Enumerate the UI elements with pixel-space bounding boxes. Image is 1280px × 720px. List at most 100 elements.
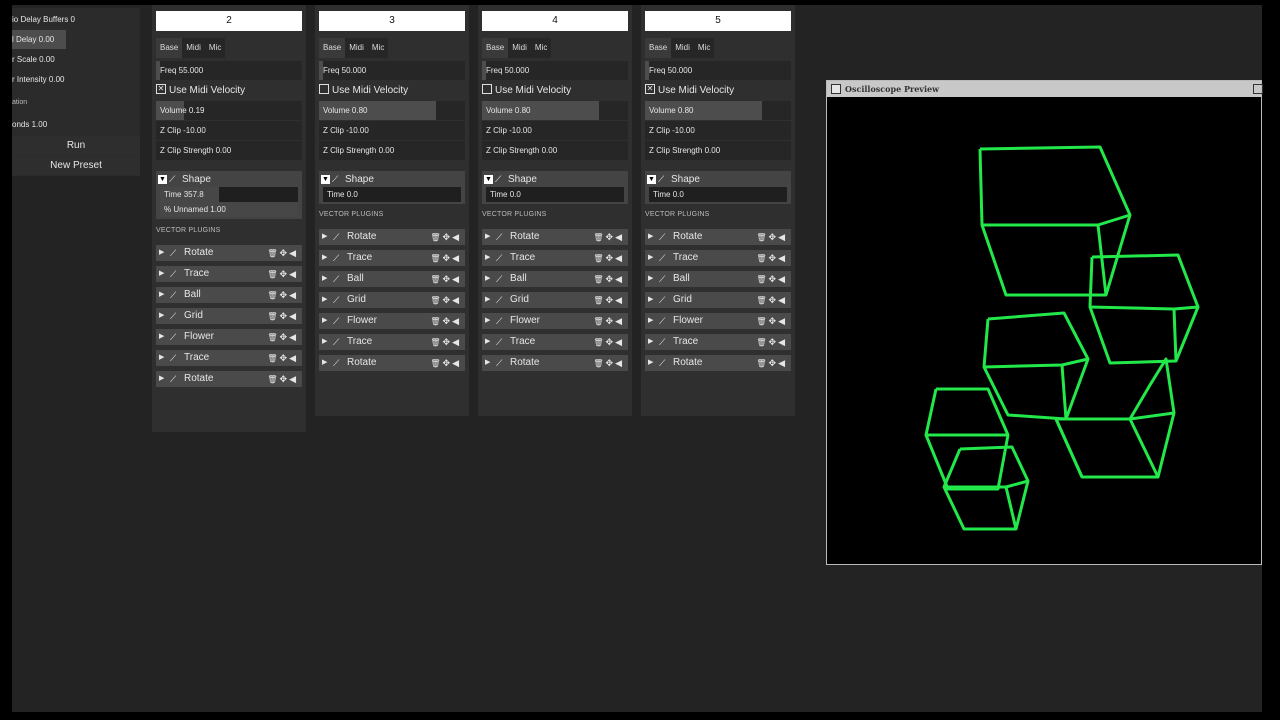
plugin-row-rotate[interactable]: ▶ ⟋ Rotate 🗑✥◀ [645,355,791,371]
tab-base[interactable]: Base [482,38,509,58]
use-midi-velocity-checkbox[interactable]: Use Midi Velocity [482,82,628,100]
plugin-row-grid[interactable]: ▶ ⟋ Grid 🗑✥◀ [156,308,302,324]
trash-icon[interactable]: 🗑 [430,338,442,347]
chevron-right-icon[interactable]: ▶ [485,334,490,350]
chevron-right-icon[interactable]: ▶ [322,292,327,308]
oscilloscope-title-bar[interactable]: Oscilloscope Preview [827,81,1263,97]
trash-icon[interactable]: 🗑 [593,275,605,284]
move-icon[interactable]: ✥ [443,316,453,326]
volume-slider[interactable]: Volume 0.80 [319,101,465,120]
move-icon[interactable]: ✥ [443,232,453,242]
chevron-left-icon[interactable]: ◀ [778,358,787,368]
plugin-row-rotate[interactable]: ▶ ⟋ Rotate 🗑✥◀ [319,355,465,371]
volume-slider[interactable]: Volume 0.19 [156,101,302,120]
delay-slider[interactable]: l Delay 0.00 [12,30,140,49]
trash-icon[interactable]: 🗑 [593,296,605,305]
z-clip-strength-slider[interactable]: Z Clip Strength 0.00 [645,141,791,160]
move-icon[interactable]: ✥ [280,332,290,342]
shape-time-slider[interactable]: Time 0.0 [323,187,461,202]
chevron-left-icon[interactable]: ◀ [452,316,461,326]
plugin-row-trace[interactable]: ▶ ⟋ Trace 🗑✥◀ [156,350,302,366]
plugin-row-trace[interactable]: ▶ ⟋ Trace 🗑✥◀ [319,250,465,266]
chevron-down-icon[interactable]: ▼ [484,174,493,184]
z-clip-strength-slider[interactable]: Z Clip Strength 0.00 [319,141,465,160]
trash-icon[interactable]: 🗑 [430,233,442,242]
plugin-row-flower[interactable]: ▶ ⟋ Flower 🗑✥◀ [319,313,465,329]
chevron-right-icon[interactable]: ▶ [322,313,327,329]
chevron-left-icon[interactable]: ◀ [289,269,298,279]
voice-number-field[interactable]: 5 [645,11,791,31]
use-midi-velocity-checkbox[interactable]: Use Midi Velocity [319,82,465,100]
tab-mic[interactable]: Mic [530,38,552,58]
z-clip-slider[interactable]: Z Clip -10.00 [319,121,465,140]
move-icon[interactable]: ✥ [769,274,779,284]
z-clip-strength-slider[interactable]: Z Clip Strength 0.00 [482,141,628,160]
freq-slider[interactable]: Freq 55.000 [156,61,302,80]
shape-plugin-header[interactable]: ▼ ⟋ Shape [319,171,465,187]
run-button[interactable]: Run [12,136,140,155]
chevron-left-icon[interactable]: ◀ [615,274,624,284]
chevron-right-icon[interactable]: ▶ [648,334,653,350]
plugin-row-trace[interactable]: ▶ ⟋ Trace 🗑✥◀ [482,250,628,266]
move-icon[interactable]: ✥ [443,253,453,263]
trash-icon[interactable]: 🗑 [430,254,442,263]
shape-plugin-header[interactable]: ▼ ⟋ Shape [156,171,302,187]
chevron-left-icon[interactable]: ◀ [615,337,624,347]
shape-plugin-header[interactable]: ▼ ⟋ Shape [482,171,628,187]
chevron-left-icon[interactable]: ◀ [615,295,624,305]
maximize-icon[interactable] [1253,84,1263,94]
chevron-right-icon[interactable]: ▶ [159,308,164,324]
chevron-left-icon[interactable]: ◀ [615,316,624,326]
chevron-left-icon[interactable]: ◀ [452,358,461,368]
plugin-row-rotate[interactable]: ▶ ⟋ Rotate 🗑✥◀ [156,245,302,261]
volume-slider[interactable]: Volume 0.80 [482,101,628,120]
plugin-row-rotate[interactable]: ▶ ⟋ Rotate 🗑✥◀ [645,229,791,245]
plugin-row-trace[interactable]: ▶ ⟋ Trace 🗑✥◀ [482,334,628,350]
plugin-row-ball[interactable]: ▶ ⟋ Ball 🗑✥◀ [319,271,465,287]
move-icon[interactable]: ✥ [769,232,779,242]
shape-time-slider[interactable]: Time 0.0 [486,187,624,202]
chevron-left-icon[interactable]: ◀ [452,232,461,242]
move-icon[interactable]: ✥ [280,374,290,384]
z-clip-slider[interactable]: Z Clip -10.00 [645,121,791,140]
shape-time-slider[interactable]: Time 0.0 [649,187,787,202]
use-midi-velocity-checkbox[interactable]: ✕ Use Midi Velocity [645,82,791,100]
move-icon[interactable]: ✥ [606,337,616,347]
chevron-right-icon[interactable]: ▶ [159,329,164,345]
move-icon[interactable]: ✥ [443,337,453,347]
chevron-left-icon[interactable]: ◀ [615,358,624,368]
trash-icon[interactable]: 🗑 [430,359,442,368]
freq-slider[interactable]: Freq 50.000 [319,61,465,80]
move-icon[interactable]: ✥ [443,274,453,284]
tab-mic[interactable]: Mic [367,38,389,58]
trash-icon[interactable]: 🗑 [593,317,605,326]
freq-slider[interactable]: Freq 50.000 [482,61,628,80]
move-icon[interactable]: ✥ [769,295,779,305]
chevron-left-icon[interactable]: ◀ [778,232,787,242]
chevron-left-icon[interactable]: ◀ [452,274,461,284]
move-icon[interactable]: ✥ [280,248,290,258]
trash-icon[interactable]: 🗑 [756,296,768,305]
chevron-right-icon[interactable]: ▶ [485,229,490,245]
chevron-right-icon[interactable]: ▶ [159,350,164,366]
plugin-row-flower[interactable]: ▶ ⟋ Flower 🗑✥◀ [482,313,628,329]
plugin-row-rotate[interactable]: ▶ ⟋ Rotate 🗑✥◀ [319,229,465,245]
chevron-left-icon[interactable]: ◀ [289,353,298,363]
trash-icon[interactable]: 🗑 [756,359,768,368]
voice-number-field[interactable]: 4 [482,11,628,31]
move-icon[interactable]: ✥ [606,295,616,305]
checkbox-checked-icon[interactable]: ✕ [156,84,166,95]
trash-icon[interactable]: 🗑 [267,291,279,300]
chevron-down-icon[interactable]: ▼ [158,174,167,184]
move-icon[interactable]: ✥ [769,316,779,326]
move-icon[interactable]: ✥ [443,295,453,305]
seconds-slider[interactable]: onds 1.00 [12,115,140,134]
freq-slider[interactable]: Freq 50.000 [645,61,791,80]
plugin-row-ball[interactable]: ▶ ⟋ Ball 🗑✥◀ [156,287,302,303]
new-preset-button[interactable]: New Preset [12,156,140,175]
move-icon[interactable]: ✥ [280,269,290,279]
move-icon[interactable]: ✥ [280,290,290,300]
z-clip-slider[interactable]: Z Clip -10.00 [482,121,628,140]
tab-midi[interactable]: Midi [508,38,531,58]
use-midi-velocity-checkbox[interactable]: ✕ Use Midi Velocity [156,82,302,100]
